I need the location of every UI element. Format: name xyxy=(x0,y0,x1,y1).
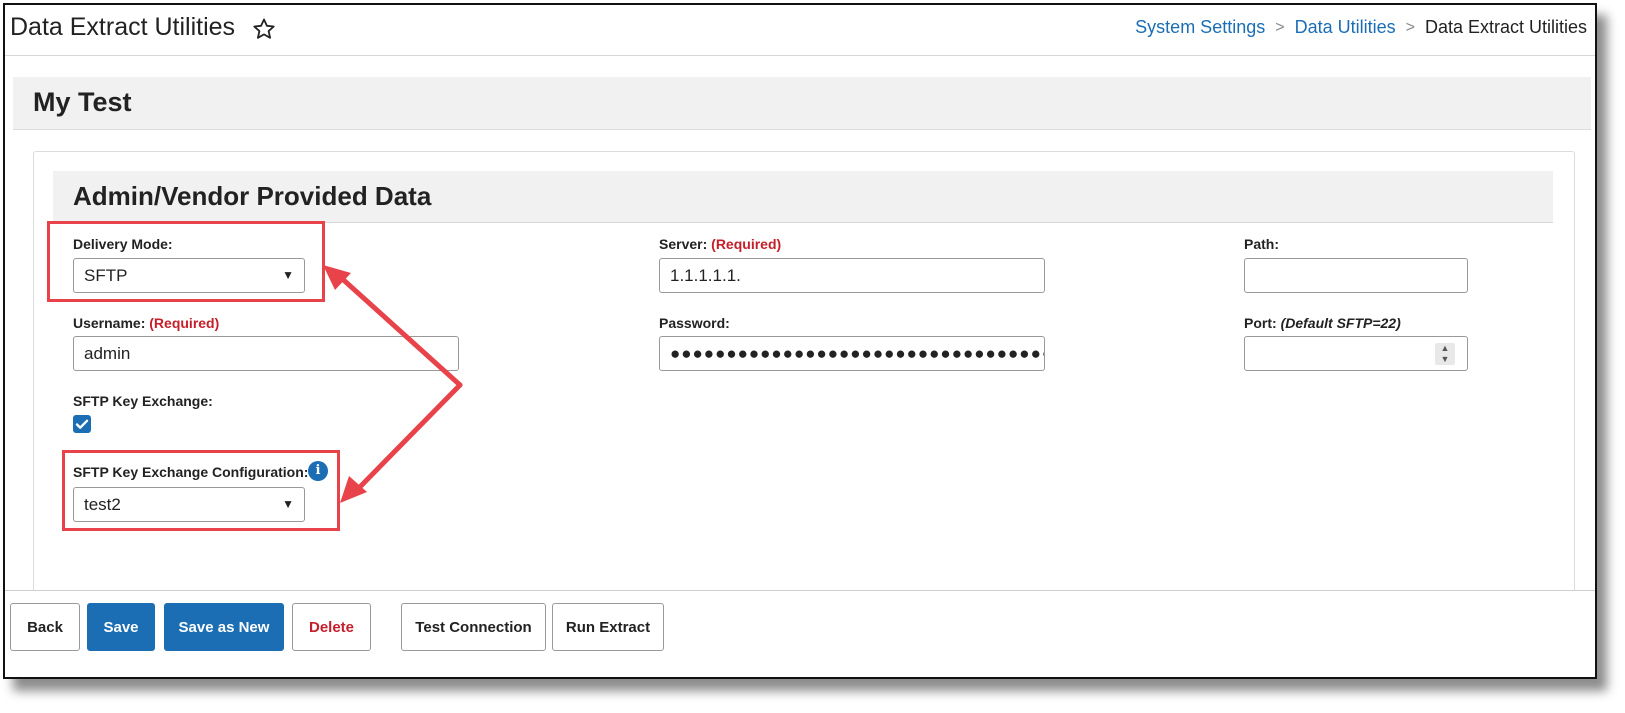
chevron-right-icon: > xyxy=(1405,18,1415,36)
page-header: Data Extract Utilities System Settings >… xyxy=(5,5,1595,56)
info-icon[interactable]: i xyxy=(308,461,328,481)
username-label: Username: (Required) xyxy=(73,315,220,331)
action-bar: Back Save Save as New Delete Test Connec… xyxy=(5,590,1595,677)
port-stepper[interactable]: ▲ ▼ xyxy=(1435,343,1455,365)
check-icon xyxy=(75,419,89,429)
test-connection-button[interactable]: Test Connection xyxy=(401,603,546,651)
chevron-down-icon[interactable]: ▼ xyxy=(1435,354,1455,365)
key-exchange-config-label: SFTP Key Exchange Configuration: xyxy=(73,464,309,480)
server-input[interactable] xyxy=(659,258,1045,293)
save-button[interactable]: Save xyxy=(87,603,155,651)
delivery-mode-value: SFTP xyxy=(84,266,128,285)
delete-button[interactable]: Delete xyxy=(292,603,371,651)
key-exchange-checkbox[interactable] xyxy=(73,415,91,433)
breadcrumb: System Settings > Data Utilities > Data … xyxy=(1135,17,1587,38)
server-required: (Required) xyxy=(711,236,782,252)
port-label: Port: (Default SFTP=22) xyxy=(1244,315,1401,331)
breadcrumb-current: Data Extract Utilities xyxy=(1424,17,1587,37)
password-input[interactable]: ●●●●●●●●●●●●●●●●●●●●●●●●●●●●●●●●●●●● xyxy=(659,336,1045,371)
delivery-mode-label: Delivery Mode: xyxy=(73,236,173,252)
caret-down-icon: ▼ xyxy=(282,497,294,511)
back-button[interactable]: Back xyxy=(10,603,80,651)
section-title: Admin/Vendor Provided Data xyxy=(73,181,432,211)
run-extract-button[interactable]: Run Extract xyxy=(552,603,664,651)
username-input[interactable] xyxy=(73,336,459,371)
chevron-right-icon: > xyxy=(1275,18,1285,36)
record-header: My Test xyxy=(13,77,1591,130)
record-title: My Test xyxy=(33,87,132,117)
save-as-new-button[interactable]: Save as New xyxy=(164,603,284,651)
app-window: Data Extract Utilities System Settings >… xyxy=(3,3,1597,679)
username-required: (Required) xyxy=(149,315,220,331)
key-exchange-label: SFTP Key Exchange: xyxy=(73,393,213,409)
settings-card: Admin/Vendor Provided Data Delivery Mode… xyxy=(33,151,1575,607)
breadcrumb-data-utilities[interactable]: Data Utilities xyxy=(1295,17,1396,38)
port-input[interactable]: ▲ ▼ xyxy=(1244,336,1468,371)
chevron-up-icon[interactable]: ▲ xyxy=(1435,343,1455,354)
page-title: Data Extract Utilities xyxy=(10,13,236,41)
breadcrumb-system-settings[interactable]: System Settings xyxy=(1135,17,1265,38)
caret-down-icon: ▼ xyxy=(282,268,294,282)
key-exchange-config-value: test2 xyxy=(84,495,121,514)
path-input[interactable] xyxy=(1244,258,1468,293)
password-label: Password: xyxy=(659,315,730,331)
star-icon[interactable] xyxy=(252,17,276,41)
server-label: Server: (Required) xyxy=(659,236,782,252)
path-label: Path: xyxy=(1244,236,1279,252)
section-header: Admin/Vendor Provided Data xyxy=(53,171,1553,223)
key-exchange-config-select[interactable]: test2 ▼ xyxy=(73,487,305,522)
port-hint: (Default SFTP=22) xyxy=(1280,315,1401,331)
delivery-mode-select[interactable]: SFTP ▼ xyxy=(73,258,305,293)
